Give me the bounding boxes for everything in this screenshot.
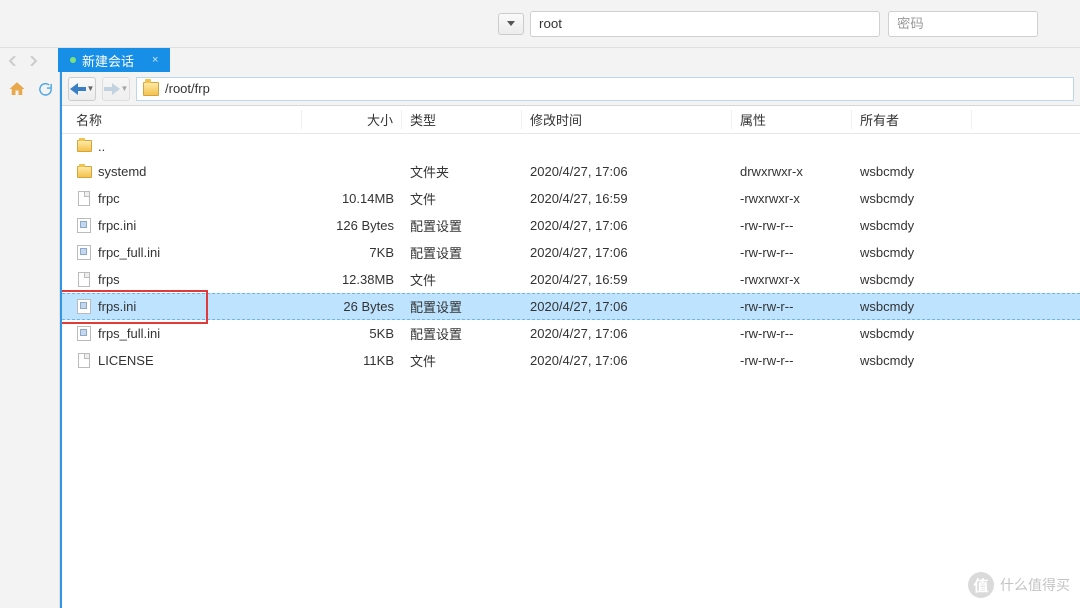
file-owner: wsbcmdy [852,299,972,314]
file-date: 2020/4/27, 17:06 [522,299,732,314]
file-row[interactable]: frpc.ini 126 Bytes配置设置2020/4/27, 17:06-rw… [62,212,1080,239]
nav-forward-button[interactable]: ▼ [102,77,130,101]
file-row[interactable]: frps 12.38MB文件2020/4/27, 16:59-rwxrwxr-xw… [62,266,1080,293]
file-list-header[interactable]: 名称 大小 类型 修改时间 属性 所有者 [62,106,1080,134]
parent-dir-name: .. [98,139,105,154]
file-list[interactable]: 名称 大小 类型 修改时间 属性 所有者 .. systemd文件夹2020/4… [62,106,1080,608]
file-name: systemd [98,164,146,179]
file-size: 126 Bytes [302,218,402,233]
file-date: 2020/4/27, 16:59 [522,272,732,287]
tab-new-session[interactable]: 新建会话 × [58,48,170,72]
file-type: 配置设置 [402,297,522,316]
col-header-type[interactable]: 类型 [402,110,522,129]
tab-label: 新建会话 [82,51,134,70]
file-size: 11KB [302,353,402,368]
col-header-attr[interactable]: 属性 [732,110,852,129]
file-attr: -rw-rw-r-- [732,326,852,341]
col-header-date[interactable]: 修改时间 [522,110,732,129]
file-owner: wsbcmdy [852,245,972,260]
file-name: LICENSE [98,353,154,368]
file-type: 文件 [402,189,522,208]
parent-dir-row[interactable]: .. [62,134,1080,158]
host-input[interactable] [530,11,880,37]
file-row[interactable]: frps.ini 26 Bytes配置设置2020/4/27, 17:06-rw-… [62,293,1080,320]
folder-icon [143,82,159,96]
file-row[interactable]: frpc_full.ini 7KB配置设置2020/4/27, 17:06-rw-… [62,239,1080,266]
file-owner: wsbcmdy [852,191,972,206]
ini-icon [76,326,92,342]
password-input[interactable] [888,11,1038,37]
file-date: 2020/4/27, 17:06 [522,326,732,341]
file-date: 2020/4/27, 16:59 [522,191,732,206]
col-header-owner[interactable]: 所有者 [852,110,972,129]
file-size: 7KB [302,245,402,260]
ini-icon [76,218,92,234]
file-date: 2020/4/27, 17:06 [522,218,732,233]
file-name: frpc_full.ini [98,245,160,260]
file-type: 配置设置 [402,243,522,262]
path-input[interactable]: /root/frp [136,77,1074,101]
file-attr: -rwxrwxr-x [732,272,852,287]
refresh-icon[interactable] [34,78,56,100]
file-owner: wsbcmdy [852,218,972,233]
file-size: 10.14MB [302,191,402,206]
file-name: frpc [98,191,120,206]
file-type: 配置设置 [402,324,522,343]
folder-icon [76,164,92,180]
side-toolbar [0,72,60,608]
file-owner: wsbcmdy [852,272,972,287]
file-attr: -rw-rw-r-- [732,245,852,260]
file-attr: -rw-rw-r-- [732,218,852,233]
file-attr: drwxrwxr-x [732,164,852,179]
file-attr: -rwxrwxr-x [732,191,852,206]
path-text: /root/frp [165,81,210,96]
ini-icon [76,299,92,315]
file-type: 配置设置 [402,216,522,235]
file-owner: wsbcmdy [852,353,972,368]
file-attr: -rw-rw-r-- [732,299,852,314]
file-row[interactable]: LICENSE 11KB文件2020/4/27, 17:06-rw-rw-r--w… [62,347,1080,374]
tab-close-button[interactable]: × [152,54,158,66]
path-toolbar: ▼ ▼ /root/frp [62,72,1080,106]
file-type: 文件 [402,270,522,289]
file-owner: wsbcmdy [852,164,972,179]
file-date: 2020/4/27, 17:06 [522,164,732,179]
host-dropdown-button[interactable] [498,13,524,35]
file-row[interactable]: frps_full.ini 5KB配置设置2020/4/27, 17:06-rw-… [62,320,1080,347]
connection-bar [0,0,1080,48]
connection-status-dot [70,57,76,63]
file-name: frps_full.ini [98,326,160,341]
tab-next-icon[interactable] [28,54,46,70]
file-owner: wsbcmdy [852,326,972,341]
file-size: 5KB [302,326,402,341]
file-row[interactable]: systemd 文件夹2020/4/27, 17:06drwxrwxr-xwsbc… [62,158,1080,185]
file-name: frpc.ini [98,218,136,233]
file-type: 文件夹 [402,162,522,181]
file-name: frps [98,272,120,287]
ini-icon [76,245,92,261]
col-header-size[interactable]: 大小 [302,110,402,129]
tab-strip: 新建会话 × [0,48,1080,72]
file-date: 2020/4/27, 17:06 [522,353,732,368]
nav-back-button[interactable]: ▼ [68,77,96,101]
file-attr: -rw-rw-r-- [732,353,852,368]
file-date: 2020/4/27, 17:06 [522,245,732,260]
file-icon [76,272,92,288]
file-size: 12.38MB [302,272,402,287]
file-icon [76,353,92,369]
file-type: 文件 [402,351,522,370]
home-icon[interactable] [6,78,28,100]
tab-prev-icon[interactable] [8,54,26,70]
file-name: frps.ini [98,299,136,314]
file-size: 26 Bytes [302,299,402,314]
file-icon [76,191,92,207]
col-header-name[interactable]: 名称 [62,110,302,129]
file-row[interactable]: frpc 10.14MB文件2020/4/27, 16:59-rwxrwxr-xw… [62,185,1080,212]
